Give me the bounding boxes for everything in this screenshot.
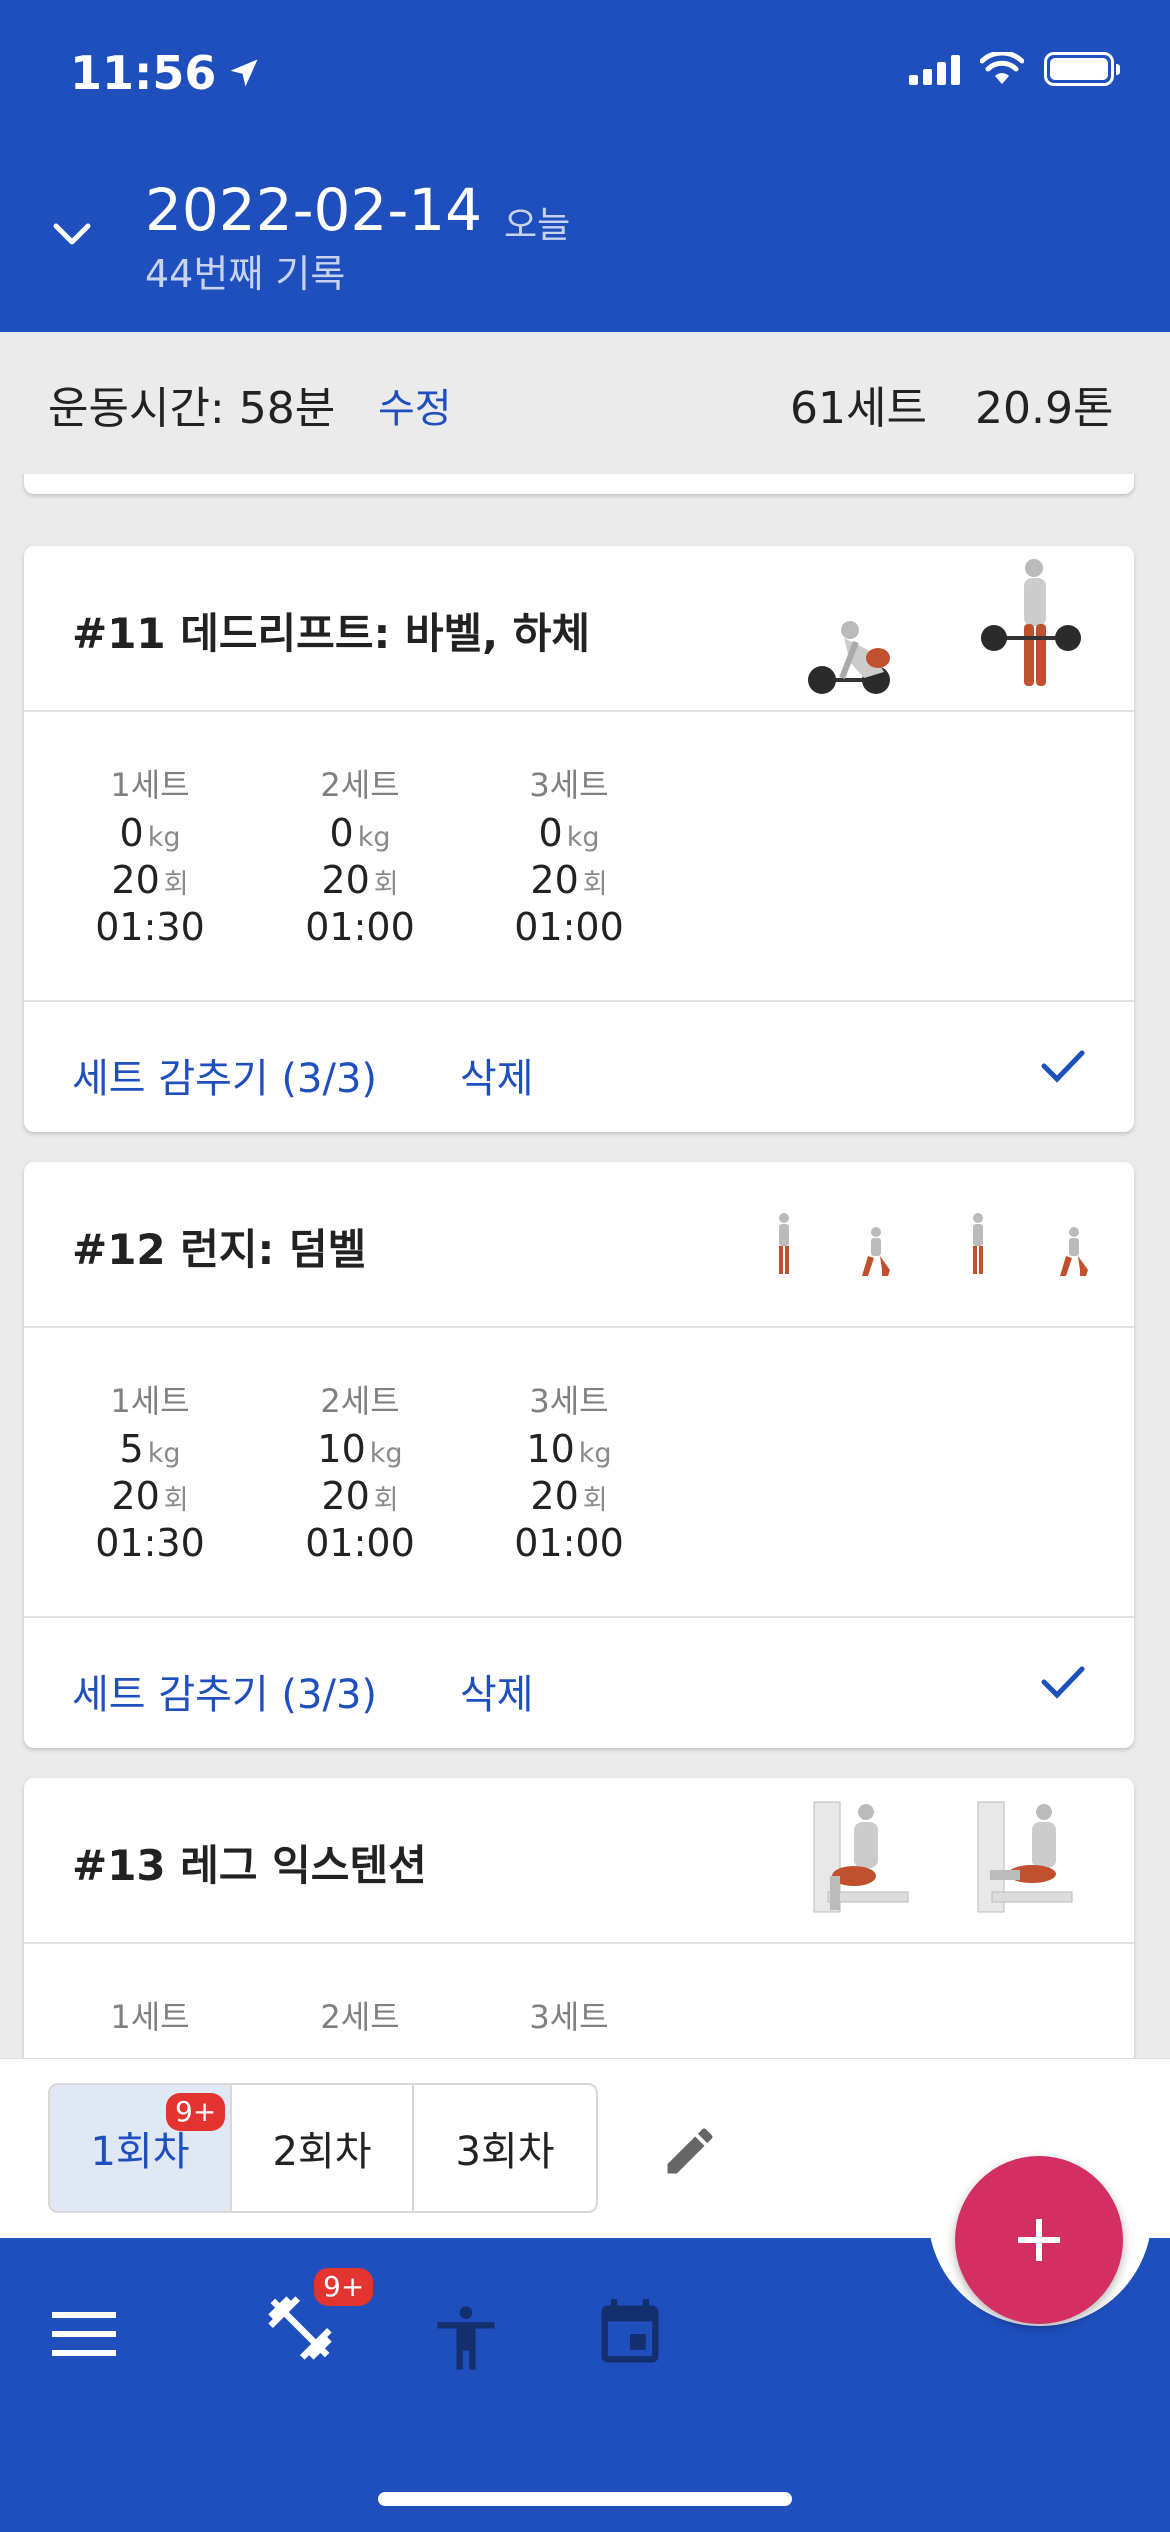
set-reps: 20 회 — [530, 1474, 608, 1518]
set-label: 2세트 — [320, 766, 400, 804]
set-column[interactable]: 2세트 0 kg 20 회 01:00 — [280, 760, 440, 951]
set-rest-time: 01:00 — [305, 1521, 415, 1565]
exercise-card-partial — [24, 474, 1134, 494]
set-weight: 0 kg — [119, 811, 181, 855]
set-label: 1세트 — [110, 766, 190, 804]
session-tab-label: 2회차 — [272, 2129, 372, 2175]
status-time: 11:56 — [70, 46, 262, 100]
record-count-label: 44번째 기록 — [145, 252, 346, 296]
sets-row: 1세트 0 kg 20 회 01:30 2세트 0 kg 20 회 01:00 3세트 … — [24, 712, 1134, 1002]
exercise-time: 운동시간: 58분 — [48, 383, 336, 434]
page-title-date[interactable]: 2022-02-14 — [145, 176, 482, 244]
total-weight: 20.9톤 — [975, 383, 1114, 434]
exercise-card: #13 레그 익스텐션 1세트 2세트 3세트 — [24, 1778, 1134, 2058]
set-label: 2세트 — [320, 1998, 400, 2036]
session-tabs: 1회차 9+ 2회차 3회차 — [48, 2083, 598, 2213]
set-rest-time: 01:30 — [95, 905, 205, 949]
exercise-card: #11 데드리프트: 바벨, 하체 1세트 0 kg 20 회 01:30 2세… — [24, 546, 1134, 1132]
session-tab-label: 3회차 — [455, 2129, 555, 2175]
workout-summary: 운동시간: 58분 수정 61세트 20.9톤 — [0, 332, 1170, 474]
hide-sets-button[interactable]: 세트 감추기 (3/3) — [72, 1046, 377, 1104]
set-weight: 10 kg — [317, 1427, 403, 1471]
sets-row: 1세트 2세트 3세트 — [24, 1944, 1134, 2058]
set-column[interactable]: 1세트 5 kg 20 회 01:30 — [70, 1376, 230, 1567]
battery-icon — [1044, 52, 1120, 86]
lunge-illustration — [779, 1213, 1088, 1276]
set-column[interactable]: 2세트 — [280, 1992, 440, 2042]
set-reps: 20 회 — [530, 858, 608, 902]
edit-time-button[interactable]: 수정 — [378, 376, 452, 434]
menu-icon[interactable] — [50, 2308, 118, 2360]
exercise-card-header[interactable]: #13 레그 익스텐션 — [24, 1778, 1134, 1944]
set-reps: 20 회 — [111, 1474, 189, 1518]
set-rest-time: 01:30 — [95, 1521, 205, 1565]
session-tab-1[interactable]: 1회차 9+ — [50, 2085, 232, 2211]
set-column[interactable]: 3세트 — [489, 1992, 649, 2042]
set-column[interactable]: 3세트 0 kg 20 회 01:00 — [489, 760, 649, 951]
session-tab-2[interactable]: 2회차 — [232, 2085, 414, 2211]
set-reps: 20 회 — [321, 858, 399, 902]
exercise-card-header[interactable]: #12 런지: 덤벨 — [24, 1162, 1134, 1328]
set-column[interactable]: 2세트 10 kg 20 회 01:00 — [280, 1376, 440, 1567]
leg-extension-illustration — [813, 1801, 1073, 1913]
exercise-title: #11 데드리프트: 바벨, 하체 — [72, 609, 591, 658]
cellular-signal-icon — [909, 53, 960, 85]
set-label: 3세트 — [529, 1998, 609, 2036]
set-column[interactable]: 1세트 — [70, 1992, 230, 2042]
set-weight: 10 kg — [526, 1427, 612, 1471]
status-time-text: 11:56 — [70, 46, 217, 100]
checkmark-icon[interactable] — [1040, 1664, 1086, 1700]
set-reps: 20 회 — [111, 858, 189, 902]
exercise-card-footer: 세트 감추기 (3/3) 삭제 — [24, 1002, 1134, 1132]
deadlift-start-illustration — [808, 621, 890, 694]
set-label: 3세트 — [529, 1382, 609, 1420]
session-badge: 9+ — [166, 2093, 226, 2131]
checkmark-icon[interactable] — [1040, 1048, 1086, 1084]
set-column[interactable]: 1세트 0 kg 20 회 01:30 — [70, 760, 230, 951]
exercise-card-header[interactable]: #11 데드리프트: 바벨, 하체 — [24, 546, 1134, 712]
exercise-title: #12 런지: 덤벨 — [72, 1225, 367, 1274]
exercise-card: #12 런지: 덤벨 1세트 5 kg 20 회 01:30 2세트 10 kg… — [24, 1162, 1134, 1748]
set-reps: 20 회 — [321, 1474, 399, 1518]
today-label: 오늘 — [504, 205, 571, 246]
set-weight: 5 kg — [119, 1427, 181, 1471]
body-icon[interactable] — [428, 2300, 504, 2376]
set-rest-time: 01:00 — [514, 905, 624, 949]
location-arrow-icon — [230, 59, 258, 87]
status-indicators — [909, 52, 1120, 86]
set-label: 1세트 — [110, 1382, 190, 1420]
exercise-card-footer: 세트 감추기 (3/3) 삭제 — [24, 1618, 1134, 1748]
exercise-list[interactable]: #11 데드리프트: 바벨, 하체 1세트 0 kg 20 회 01:30 2세… — [0, 474, 1170, 2058]
hide-sets-button[interactable]: 세트 감추기 (3/3) — [72, 1662, 377, 1720]
set-weight: 0 kg — [329, 811, 391, 855]
pencil-icon[interactable] — [660, 2121, 720, 2181]
plus-icon — [1018, 2219, 1060, 2261]
app-header: 11:56 2022-02-14 오늘 44번째 기록 — [0, 0, 1170, 332]
exercise-title: #13 레그 익스텐션 — [72, 1841, 427, 1890]
total-sets: 61세트 — [790, 383, 927, 434]
delete-exercise-button[interactable]: 삭제 — [460, 1046, 534, 1104]
calendar-icon[interactable] — [592, 2296, 668, 2372]
chevron-down-icon[interactable] — [50, 218, 94, 250]
set-label: 2세트 — [320, 1382, 400, 1420]
delete-exercise-button[interactable]: 삭제 — [460, 1662, 534, 1720]
wifi-icon — [980, 52, 1024, 84]
set-column[interactable]: 3세트 10 kg 20 회 01:00 — [489, 1376, 649, 1567]
set-label: 1세트 — [110, 1998, 190, 2036]
set-rest-time: 01:00 — [514, 1521, 624, 1565]
deadlift-end-illustration — [981, 559, 1081, 686]
workout-badge: 9+ — [314, 2268, 374, 2306]
add-exercise-button[interactable] — [955, 2156, 1123, 2324]
set-label: 3세트 — [529, 766, 609, 804]
home-indicator[interactable] — [378, 2492, 792, 2506]
session-tab-3[interactable]: 3회차 — [414, 2085, 596, 2211]
sets-row: 1세트 5 kg 20 회 01:30 2세트 10 kg 20 회 01:00 3세트… — [24, 1328, 1134, 1618]
set-weight: 0 kg — [538, 811, 600, 855]
set-rest-time: 01:00 — [305, 905, 415, 949]
